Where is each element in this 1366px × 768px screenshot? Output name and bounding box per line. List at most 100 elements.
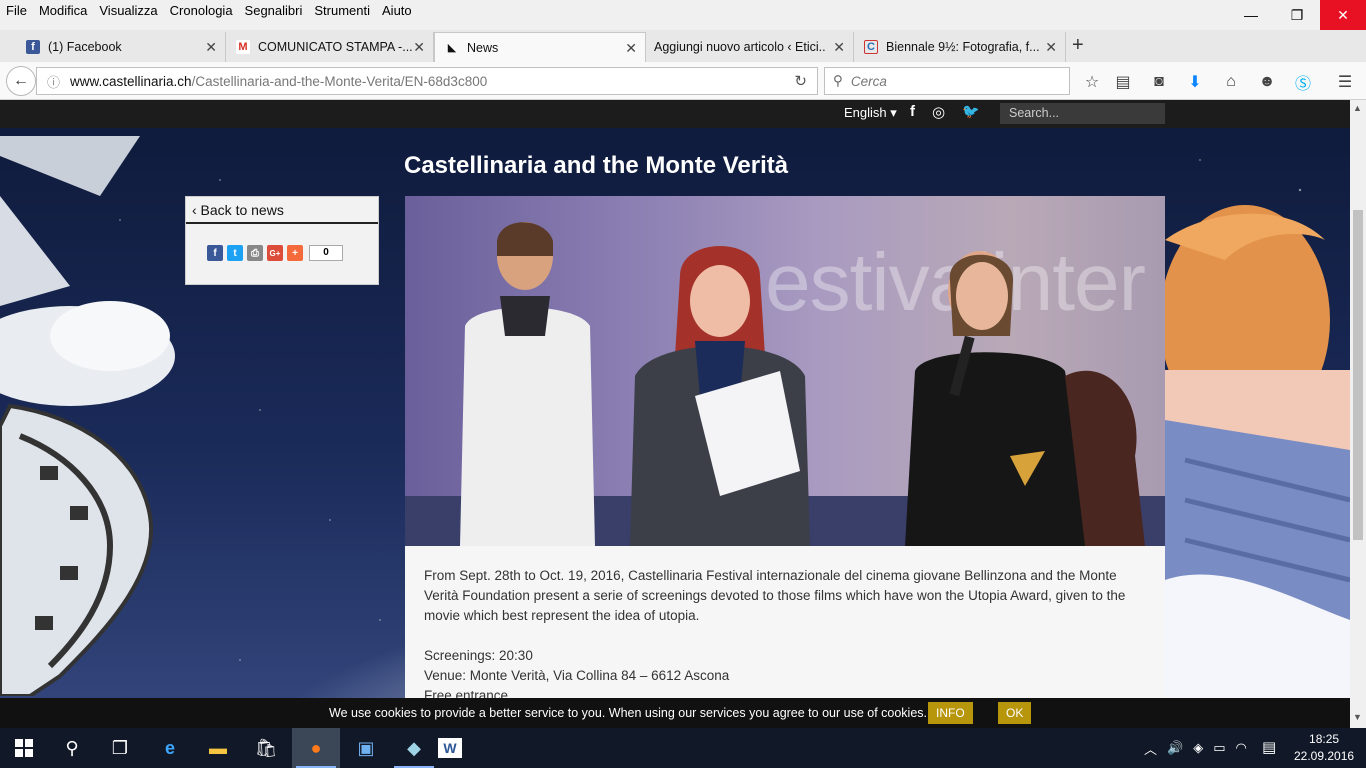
share-count: 0 (309, 245, 343, 261)
venue-line: Venue: Monte Verità, Via Collina 84 – 66… (424, 668, 730, 683)
outlook-icon[interactable]: ▣ (342, 728, 390, 768)
minimize-button[interactable]: — (1228, 0, 1274, 30)
facebook-icon: f (26, 40, 40, 54)
skype-icon[interactable]: Ⓢ (1292, 71, 1314, 93)
cookie-ok-button[interactable]: OK (998, 702, 1032, 724)
site-search-input[interactable]: Search... (1000, 103, 1165, 124)
menu-bar: File Modifica Visualizza Cronologia Segn… (0, 0, 1366, 22)
back-arrow-icon: ← (13, 72, 29, 89)
word-icon[interactable]: W (438, 738, 462, 758)
tab-aggiungi-articolo[interactable]: Aggiungi nuovo articolo ‹ Etici... ✕ (646, 32, 854, 62)
googleplus-share-icon[interactable]: G+ (267, 245, 283, 261)
close-tab-icon[interactable]: ✕ (625, 40, 637, 57)
maximize-button[interactable]: ❐ (1274, 0, 1320, 30)
menu-visualizza[interactable]: Visualizza (93, 1, 163, 21)
castellinaria-icon: ◣ (447, 42, 457, 54)
scroll-up-icon[interactable]: ▲ (1353, 103, 1362, 113)
tab-facebook[interactable]: f (1) Facebook ✕ (16, 32, 226, 62)
scroll-thumb[interactable] (1353, 210, 1363, 540)
task-view-icon[interactable]: ❐ (96, 728, 144, 768)
menu-modifica[interactable]: Modifica (33, 1, 93, 21)
tab-title: (1) Facebook (48, 40, 122, 54)
print-share-icon[interactable]: ⎙ (247, 245, 263, 261)
volume-icon[interactable]: 🔊 (1167, 740, 1183, 756)
twitter-icon[interactable]: 🐦 (962, 103, 979, 120)
tab-gmail[interactable]: M COMUNICATO STAMPA -... ✕ (226, 32, 434, 62)
share-toolbar: f t ⎙ G+ + 0 (207, 245, 343, 261)
article-photo: estivalinter (405, 196, 1165, 546)
close-window-button[interactable]: ✕ (1320, 0, 1366, 30)
new-tab-button[interactable]: + (1072, 34, 1084, 57)
menu-segnalibri[interactable]: Segnalibri (239, 1, 309, 21)
tab-strip: f (1) Facebook ✕ M COMUNICATO STAMPA -..… (0, 30, 1366, 62)
bookmark-star-icon[interactable]: ☆ (1081, 71, 1103, 93)
file-explorer-icon[interactable]: ▬ (194, 728, 242, 768)
language-selector[interactable]: English ▾ (844, 105, 897, 121)
tab-title: Aggiungi nuovo articolo ‹ Etici... (654, 40, 826, 54)
battery-icon[interactable]: ▭ (1213, 740, 1225, 756)
address-bar[interactable]: ⓘ www.castellinaria.ch/Castellinaria-and… (36, 67, 818, 95)
url-host: www.castellinaria.ch (70, 73, 192, 89)
film-reel-decoration (0, 136, 175, 696)
cartoon-character-decoration (1165, 205, 1350, 698)
tab-news[interactable]: ◣ News ✕ (434, 32, 646, 62)
clock-date: 22.09.2016 (1294, 749, 1355, 763)
close-tab-icon[interactable]: ✕ (413, 39, 425, 56)
clock-time: 18:25 (1309, 732, 1340, 746)
cookie-message: We use cookies to provide a better servi… (329, 706, 927, 720)
cookie-banner: We use cookies to provide a better servi… (0, 698, 1350, 728)
reload-icon[interactable]: ↻ (794, 72, 807, 90)
close-tab-icon[interactable]: ✕ (1045, 39, 1057, 56)
search-icon[interactable]: ⚲ (48, 728, 96, 768)
firefox-icon[interactable]: ● (292, 728, 340, 768)
tab-title: Biennale 9½: Fotografia, f... (886, 40, 1040, 54)
downloads-icon[interactable]: ⬇ (1184, 71, 1206, 93)
home-icon[interactable]: ⌂ (1220, 71, 1242, 93)
pocket-icon[interactable]: ◙ (1148, 71, 1170, 93)
system-clock[interactable]: 18:25 22.09.2016 (1294, 731, 1354, 765)
menu-cronologia[interactable]: Cronologia (164, 1, 239, 21)
close-tab-icon[interactable]: ✕ (205, 39, 217, 56)
page-scrollbar[interactable]: ▲ ▼ (1350, 100, 1366, 728)
gmail-icon: M (236, 40, 250, 54)
facebook-icon[interactable]: f (910, 103, 915, 120)
notification-icon[interactable]: ▤ (1262, 738, 1276, 756)
navigation-toolbar: ⓘ www.castellinaria.ch/Castellinaria-and… (0, 62, 1366, 100)
addthis-share-icon[interactable]: + (287, 245, 303, 261)
back-to-news-link[interactable]: ‹ Back to news (186, 197, 378, 224)
browser-search-input[interactable]: ⚲ Cerca (824, 67, 1070, 95)
windows-taskbar: ⚲ ❐ e ▬ 🛍 ● ▣ ◆ W ︿ 🔊 ◈ ▭ ◠ ▤ 18:25 22.0… (0, 728, 1366, 768)
url-path: /Castellinaria-and-the-Monte-Verita/EN-6… (191, 73, 488, 89)
twitter-share-icon[interactable]: t (227, 245, 243, 261)
search-placeholder: Cerca (850, 73, 887, 89)
instagram-icon[interactable]: ◎ (932, 103, 945, 121)
cookie-info-button[interactable]: INFO (928, 702, 973, 724)
article-title: Castellinaria and the Monte Verità (404, 152, 789, 179)
store-icon[interactable]: 🛍 (242, 728, 290, 768)
web-page: English ▾ f ◎ 🐦 Search... Castellinaria … (0, 100, 1350, 698)
notes-app-icon[interactable]: ◆ (390, 728, 438, 768)
chevron-up-icon[interactable]: ︿ (1144, 739, 1157, 758)
wifi-icon[interactable]: ◠ (1236, 740, 1247, 756)
biennale-icon: C (864, 40, 878, 54)
site-info-icon[interactable]: ⓘ (47, 72, 60, 91)
hello-chat-icon[interactable]: ☻ (1256, 71, 1278, 93)
back-button[interactable]: ← (6, 66, 36, 96)
photo-people-illustration (405, 222, 1165, 546)
menu-file[interactable]: File (0, 1, 33, 21)
menu-aiuto[interactable]: Aiuto (376, 1, 418, 21)
bookmarks-library-icon[interactable]: ▤ (1112, 71, 1134, 93)
facebook-share-icon[interactable]: f (207, 245, 223, 261)
menu-strumenti[interactable]: Strumenti (308, 1, 376, 21)
tab-biennale[interactable]: C Biennale 9½: Fotografia, f... ✕ (854, 32, 1066, 62)
site-header-bar: English ▾ f ◎ 🐦 Search... (0, 100, 1350, 128)
screenings-line: Screenings: 20:30 (424, 648, 533, 663)
tab-title: News (467, 40, 499, 55)
scroll-down-icon[interactable]: ▼ (1353, 712, 1362, 722)
article-sidebar: ‹ Back to news f t ⎙ G+ + 0 (185, 196, 379, 285)
windows-start-icon[interactable] (0, 728, 48, 768)
dropbox-icon[interactable]: ◈ (1193, 740, 1203, 756)
close-tab-icon[interactable]: ✕ (833, 39, 845, 56)
hamburger-menu-icon[interactable]: ☰ (1334, 71, 1356, 93)
edge-browser-icon[interactable]: e (146, 728, 194, 768)
